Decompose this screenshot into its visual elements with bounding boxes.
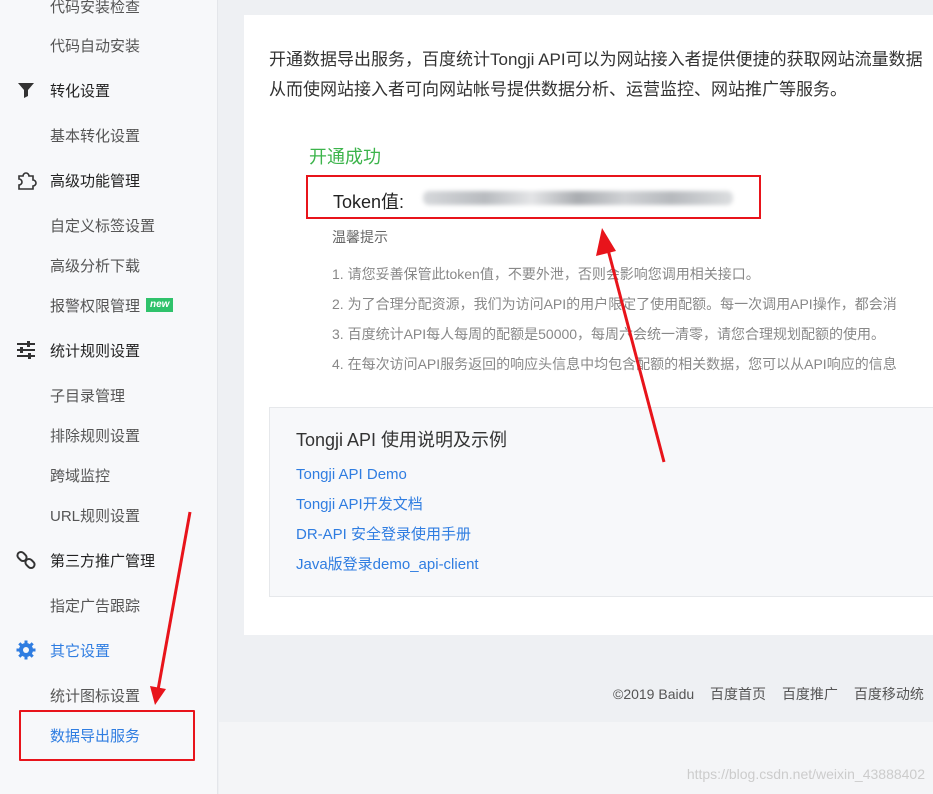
- sidebar-item-advanced-download[interactable]: 高级分析下载: [0, 245, 218, 285]
- watermark: https://blog.csdn.net/weixin_43888402: [686, 766, 925, 782]
- sidebar-item-custom-tags[interactable]: 自定义标签设置: [0, 205, 218, 245]
- sidebar-item-exclude-rules[interactable]: 排除规则设置: [0, 415, 218, 455]
- main-content: 开通数据导出服务，百度统计Tongji API可以为网站接入者提供便捷的获取网站…: [219, 0, 933, 794]
- api-links: Tongji API Demo Tongji API开发文档 DR-API 安全…: [296, 460, 479, 580]
- sidebar-group-label: 第三方推广管理: [50, 552, 156, 570]
- footer-link-mobile[interactable]: 百度移动统: [854, 686, 924, 702]
- sidebar-group-conversion[interactable]: 转化设置: [0, 70, 218, 110]
- sidebar-item-code-check[interactable]: 代码安装检查: [0, 0, 218, 26]
- tip-item: 2. 为了合理分配资源，我们为访问API的用户限定了使用配额。每一次调用API操…: [332, 296, 897, 312]
- footer: ©2019 Baidu 百度首页 百度推广 百度移动统: [613, 684, 933, 704]
- sidebar-group-third-party[interactable]: 第三方推广管理: [0, 540, 218, 580]
- sidebar-item-label: 排除规则设置: [50, 427, 141, 445]
- api-docs-title: Tongji API 使用说明及示例: [296, 430, 508, 450]
- new-badge: new: [146, 298, 174, 312]
- token-label: Token值:: [333, 192, 405, 212]
- tip-item: 4. 在每次访问API服务返回的响应头信息中均包含配额的相关数据，您可以从API…: [332, 356, 897, 372]
- filter-icon: [14, 78, 38, 102]
- sidebar-item-code-auto-install[interactable]: 代码自动安装: [0, 25, 218, 65]
- tips-title: 温馨提示: [332, 229, 388, 245]
- sidebar-item-cross-domain[interactable]: 跨域监控: [0, 455, 218, 495]
- sidebar-group-other-settings[interactable]: 其它设置: [0, 630, 218, 670]
- link-icon: [14, 548, 38, 572]
- content-card: 开通数据导出服务，百度统计Tongji API可以为网站接入者提供便捷的获取网站…: [244, 15, 933, 635]
- sidebar-item-label: 自定义标签设置: [50, 217, 156, 235]
- sidebar-group-advanced[interactable]: 高级功能管理: [0, 160, 218, 200]
- sidebar-item-label: URL规则设置: [50, 507, 141, 525]
- gear-icon: [14, 638, 38, 662]
- sidebar-item-label: 统计图标设置: [50, 687, 141, 705]
- sidebar-item-stat-icon[interactable]: 统计图标设置: [0, 675, 218, 715]
- puzzle-icon: [14, 168, 38, 192]
- sidebar-group-label: 统计规则设置: [50, 342, 141, 360]
- tip-item: 3. 百度统计API每人每周的配额是50000，每周六会统一清零，请您合理规划配…: [332, 326, 886, 342]
- sidebar-item-label: 代码自动安装: [50, 37, 141, 55]
- sidebar-item-label: 基本转化设置: [50, 127, 141, 145]
- sidebar-item-ad-tracking[interactable]: 指定广告跟踪: [0, 585, 218, 625]
- dr-api-manual-link[interactable]: DR-API 安全登录使用手册: [296, 520, 479, 550]
- footer-link-home[interactable]: 百度首页: [710, 686, 766, 702]
- sidebar-item-data-export[interactable]: 数据导出服务: [0, 715, 218, 755]
- sidebar-item-label: 高级分析下载: [50, 257, 141, 275]
- sidebar: 代码安装检查 代码自动安装 转化设置 基本转化设置 高级功能管理 自定义标签设置…: [0, 0, 218, 794]
- tip-item: 1. 请您妥善保管此token值，不要外泄，否则会影响您调用相关接口。: [332, 266, 760, 282]
- tips-list: 1. 请您妥善保管此token值，不要外泄，否则会影响您调用相关接口。 2. 为…: [332, 259, 897, 379]
- intro-line-1: 开通数据导出服务，百度统计Tongji API可以为网站接入者提供便捷的获取网站…: [269, 50, 923, 69]
- api-docs-link[interactable]: Tongji API开发文档: [296, 490, 479, 520]
- sidebar-item-label: 指定广告跟踪: [50, 597, 141, 615]
- footer-copyright: ©2019 Baidu: [613, 686, 695, 702]
- sidebar-group-label: 其它设置: [50, 642, 111, 660]
- api-docs-box: Tongji API 使用说明及示例 Tongji API Demo Tongj…: [269, 407, 933, 597]
- intro-text: 开通数据导出服务，百度统计Tongji API可以为网站接入者提供便捷的获取网站…: [269, 45, 933, 105]
- sidebar-item-basic-conversion[interactable]: 基本转化设置: [0, 115, 218, 155]
- sliders-icon: [14, 338, 38, 362]
- success-message: 开通成功: [309, 147, 381, 167]
- sidebar-group-label: 高级功能管理: [50, 172, 141, 190]
- sidebar-item-label: 数据导出服务: [50, 727, 141, 745]
- intro-line-2: 从而使网站接入者可向网站帐号提供数据分析、运营监控、网站推广等服务。: [269, 80, 847, 99]
- sidebar-item-label: 报警权限管理: [50, 297, 141, 315]
- sidebar-group-label: 转化设置: [50, 82, 111, 100]
- api-demo-link[interactable]: Tongji API Demo: [296, 460, 479, 490]
- footer-link-promotion[interactable]: 百度推广: [782, 686, 838, 702]
- token-box: Token值:: [306, 175, 761, 219]
- sidebar-item-alert-permission[interactable]: 报警权限管理 new: [0, 285, 218, 325]
- sidebar-item-label: 跨域监控: [50, 467, 111, 485]
- sidebar-item-url-rules[interactable]: URL规则设置: [0, 495, 218, 535]
- java-demo-link[interactable]: Java版登录demo_api-client: [296, 550, 479, 580]
- token-value-redacted[interactable]: [423, 191, 733, 205]
- bottom-bar: [219, 722, 933, 794]
- sidebar-item-subdirectory[interactable]: 子目录管理: [0, 375, 218, 415]
- sidebar-group-rules[interactable]: 统计规则设置: [0, 330, 218, 370]
- sidebar-item-label: 代码安装检查: [50, 0, 141, 16]
- sidebar-item-label: 子目录管理: [50, 387, 126, 405]
